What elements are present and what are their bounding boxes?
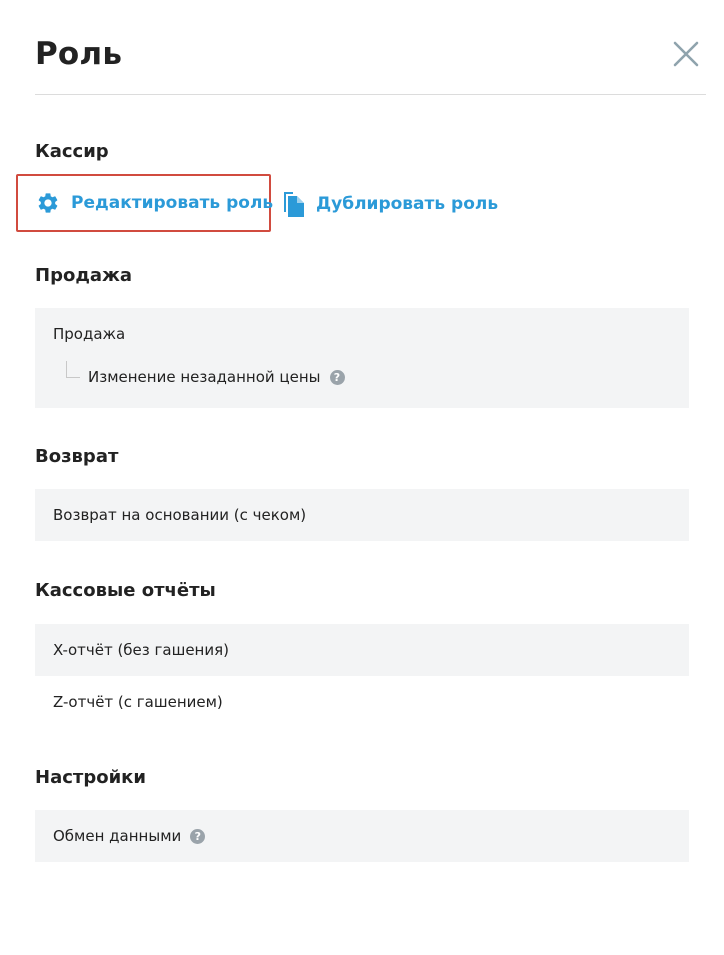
duplicate-role-label: Дублировать роль — [316, 194, 499, 214]
list-item-label: Возврат на основании (с чеком) — [53, 506, 307, 524]
list-item-label: Z-отчёт (с гашением) — [53, 693, 223, 711]
page-title: Роль — [35, 36, 123, 72]
section-title-reports: Кассовые отчёты — [35, 580, 216, 601]
duplicate-role-button[interactable]: Дублировать роль — [282, 190, 498, 218]
list-item: Продажа — [53, 325, 126, 343]
help-icon[interactable]: ? — [190, 828, 206, 844]
close-icon[interactable] — [672, 40, 700, 68]
list-item: Обмен данными ? — [35, 810, 689, 862]
list-item-label: X-отчёт (без гашения) — [53, 641, 229, 659]
gear-icon — [38, 193, 58, 213]
list-item: X-отчёт (без гашения) — [35, 624, 689, 676]
list-item-label: Изменение незаданной цены — [88, 368, 321, 386]
section-title-settings: Настройки — [35, 767, 147, 788]
copy-icon — [284, 192, 304, 217]
section-title-return: Возврат — [35, 446, 119, 467]
help-icon[interactable]: ? — [329, 369, 345, 385]
tree-connector — [66, 361, 80, 378]
role-name: Кассир — [35, 141, 109, 162]
list-item: Изменение незаданной цены ? — [88, 368, 345, 386]
edit-role-button[interactable]: Редактировать роль — [16, 174, 274, 232]
edit-role-label: Редактировать роль — [71, 193, 274, 213]
panel-header: Роль — [35, 0, 706, 95]
role-panel: Роль Кассир Редактировать роль Дублирова… — [0, 0, 724, 955]
list-item-label: Обмен данными — [53, 827, 182, 845]
list-item: Возврат на основании (с чеком) — [35, 489, 689, 541]
list-item: Z-отчёт (с гашением) — [35, 676, 689, 728]
sale-permissions: Продажа Изменение незаданной цены ? — [35, 308, 689, 408]
section-title-sale: Продажа — [35, 265, 133, 286]
close-button[interactable] — [672, 40, 700, 68]
